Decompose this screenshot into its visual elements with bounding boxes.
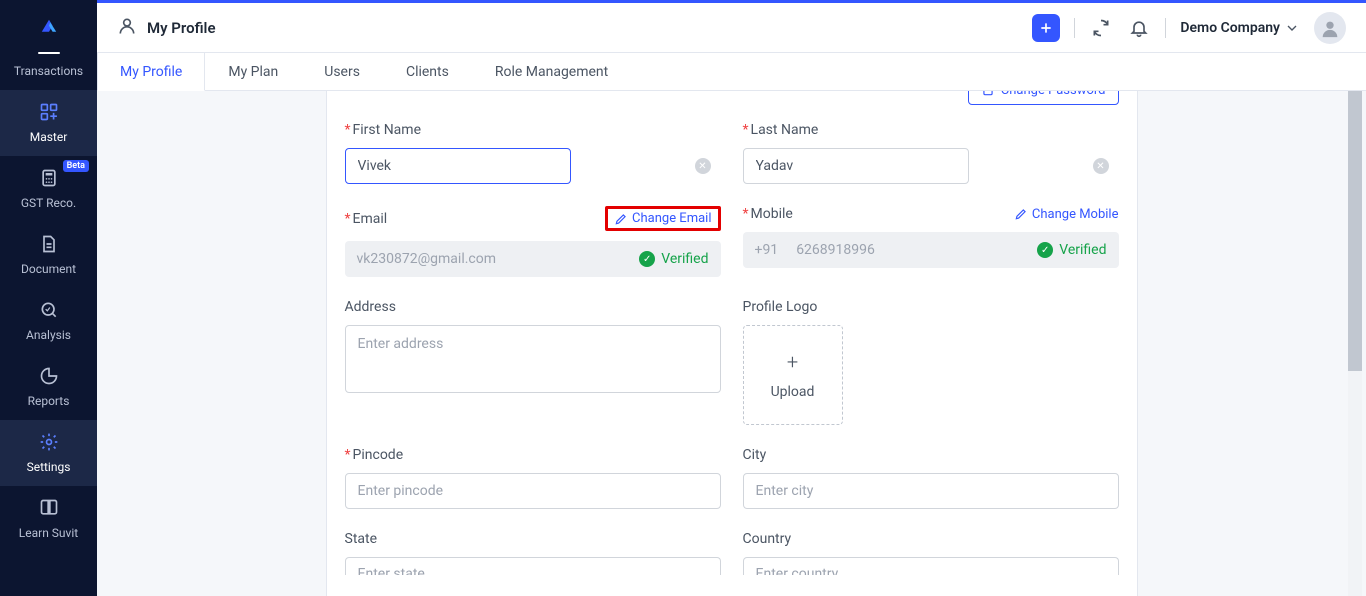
city-input[interactable]: [743, 473, 1119, 509]
change-password-button[interactable]: Change Password: [968, 91, 1119, 105]
plus-icon: +: [787, 350, 798, 374]
pincode-input[interactable]: [345, 473, 721, 509]
tab-my-profile[interactable]: My Profile: [97, 53, 205, 91]
verified-badge: ✓Verified: [1037, 242, 1106, 258]
upload-box[interactable]: + Upload: [743, 325, 843, 425]
gear-icon: [37, 430, 61, 454]
calculator-icon: [37, 166, 61, 190]
pencil-icon: [614, 212, 628, 226]
lock-icon: [981, 91, 995, 97]
beta-badge: Beta: [63, 160, 89, 172]
divider-icon: [38, 52, 60, 54]
pencil-icon: [1014, 207, 1028, 221]
main: My Profile Demo Company My Profile: [97, 0, 1366, 596]
mobile-prefix: +91: [755, 242, 779, 258]
mobile-value: 6268918996: [796, 242, 1029, 258]
logo-icon: [37, 10, 61, 44]
sidebar-item-label: Transactions: [14, 64, 83, 78]
sidebar-item-reports[interactable]: Reports: [0, 354, 97, 420]
page-title: My Profile: [147, 19, 216, 37]
sidebar-item-label: Settings: [27, 460, 71, 474]
change-email-highlight: Change Email: [605, 206, 720, 231]
sidebar-item-label: Document: [21, 262, 76, 276]
last-name-label: * Last Name: [743, 122, 1119, 138]
book-icon: [37, 496, 61, 520]
tab-users[interactable]: Users: [301, 53, 383, 90]
tab-role-management[interactable]: Role Management: [472, 53, 631, 90]
email-field: vk230872@gmail.com ✓Verified: [345, 241, 721, 277]
mobile-label: *Mobile: [743, 206, 793, 222]
bell-icon[interactable]: [1127, 16, 1151, 40]
pie-chart-icon: [37, 364, 61, 388]
sidebar-item-settings[interactable]: Settings: [0, 420, 97, 486]
first-name-label: * First Name: [345, 122, 721, 138]
sidebar-item-transactions[interactable]: Transactions: [0, 10, 97, 90]
tabs: My Profile My Plan Users Clients Role Ma…: [97, 53, 1366, 91]
first-name-input[interactable]: [345, 148, 571, 184]
document-icon: [37, 232, 61, 256]
profile-card: Change Password * First Name ✕: [326, 91, 1138, 596]
country-input[interactable]: Enter country: [743, 557, 1119, 575]
sidebar-item-label: Master: [30, 130, 68, 144]
clear-icon[interactable]: ✕: [1093, 158, 1109, 174]
divider: [1074, 18, 1075, 38]
verified-badge: ✓Verified: [639, 251, 708, 267]
sidebar: Transactions Master Beta GST Reco. Docum…: [0, 0, 97, 596]
analysis-icon: [37, 298, 61, 322]
tab-my-plan[interactable]: My Plan: [205, 53, 301, 90]
content-area: Change Password * First Name ✕: [102, 91, 1362, 596]
topbar: My Profile Demo Company: [97, 3, 1366, 53]
country-label: Country: [743, 531, 1119, 547]
form-body: * First Name ✕ * Last Name ✕: [327, 112, 1137, 585]
mobile-field: +91 6268918996 ✓Verified: [743, 232, 1119, 268]
content-wrapper: Change Password * First Name ✕: [97, 91, 1366, 596]
company-name: Demo Company: [1180, 20, 1280, 36]
sidebar-item-label: GST Reco.: [21, 196, 76, 210]
scrollbar-thumb[interactable]: [1348, 91, 1362, 371]
sidebar-item-label: Analysis: [26, 328, 71, 342]
email-label: *Email: [345, 211, 388, 227]
sync-icon[interactable]: [1089, 16, 1113, 40]
sidebar-item-label: Learn Suvit: [19, 526, 78, 540]
email-value: vk230872@gmail.com: [357, 251, 632, 267]
grid-icon: [37, 100, 61, 124]
sidebar-item-analysis[interactable]: Analysis: [0, 288, 97, 354]
upload-label: Upload: [771, 384, 815, 400]
last-name-input[interactable]: [743, 148, 969, 184]
chevron-down-icon: [1284, 20, 1300, 36]
user-icon: [117, 16, 137, 40]
check-icon: ✓: [1037, 242, 1053, 258]
address-label: Address: [345, 299, 721, 315]
sidebar-item-master[interactable]: Master: [0, 90, 97, 156]
add-button[interactable]: [1032, 14, 1060, 42]
state-input[interactable]: Enter state: [345, 557, 721, 575]
page-title-wrap: My Profile: [117, 16, 216, 40]
change-mobile-link[interactable]: Change Mobile: [1014, 207, 1119, 222]
state-label: State: [345, 531, 721, 547]
profile-logo-label: Profile Logo: [743, 299, 1119, 315]
check-icon: ✓: [639, 251, 655, 267]
topbar-right: Demo Company: [1032, 12, 1346, 44]
avatar[interactable]: [1314, 12, 1346, 44]
address-input[interactable]: [345, 325, 721, 393]
city-label: City: [743, 447, 1119, 463]
sidebar-item-document[interactable]: Document: [0, 222, 97, 288]
tab-clients[interactable]: Clients: [383, 53, 472, 90]
pincode-label: * Pincode: [345, 447, 721, 463]
sidebar-item-label: Reports: [28, 394, 70, 408]
change-email-link[interactable]: Change Email: [614, 211, 711, 226]
sidebar-item-gst-reco[interactable]: Beta GST Reco.: [0, 156, 97, 222]
scrollbar-track[interactable]: [1348, 91, 1362, 596]
divider: [1165, 18, 1166, 38]
sidebar-item-learn-suvit[interactable]: Learn Suvit: [0, 486, 97, 552]
company-selector[interactable]: Demo Company: [1180, 20, 1300, 36]
clear-icon[interactable]: ✕: [695, 158, 711, 174]
